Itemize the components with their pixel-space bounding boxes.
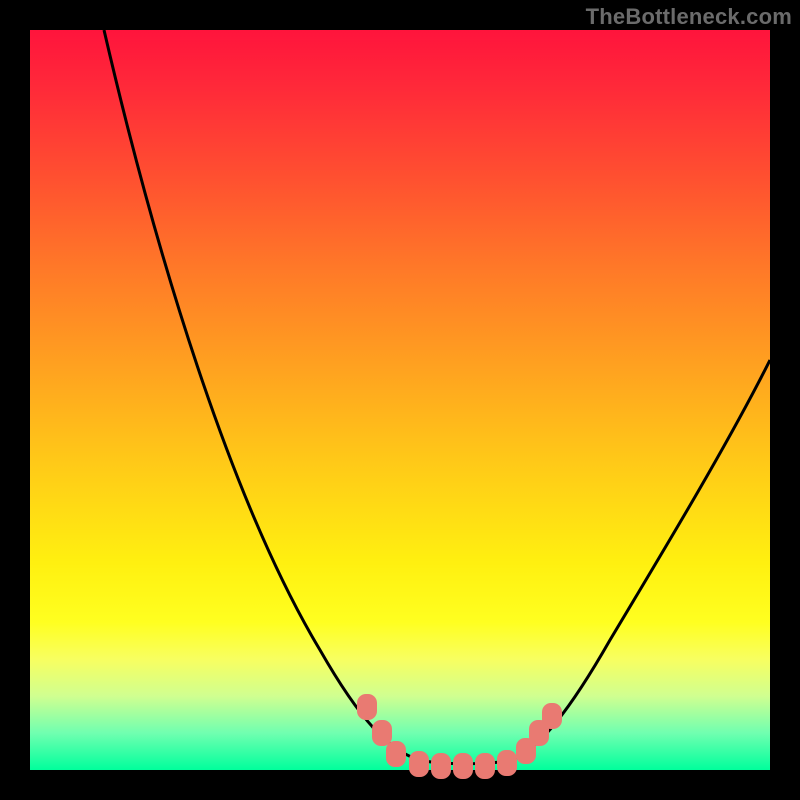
curve-marker	[386, 741, 406, 767]
outer-frame: TheBottleneck.com	[0, 0, 800, 800]
curve-marker	[357, 694, 377, 720]
curve-marker	[475, 753, 495, 779]
curve-marker	[409, 751, 429, 777]
right-curve-path	[512, 360, 770, 760]
watermark-text: TheBottleneck.com	[586, 4, 792, 30]
curve-marker	[431, 753, 451, 779]
curve-marker	[497, 750, 517, 776]
curve-marker	[453, 753, 473, 779]
plot-area	[30, 30, 770, 770]
curve-layer	[30, 30, 770, 770]
curve-marker	[542, 703, 562, 729]
left-curve-path	[104, 30, 420, 760]
